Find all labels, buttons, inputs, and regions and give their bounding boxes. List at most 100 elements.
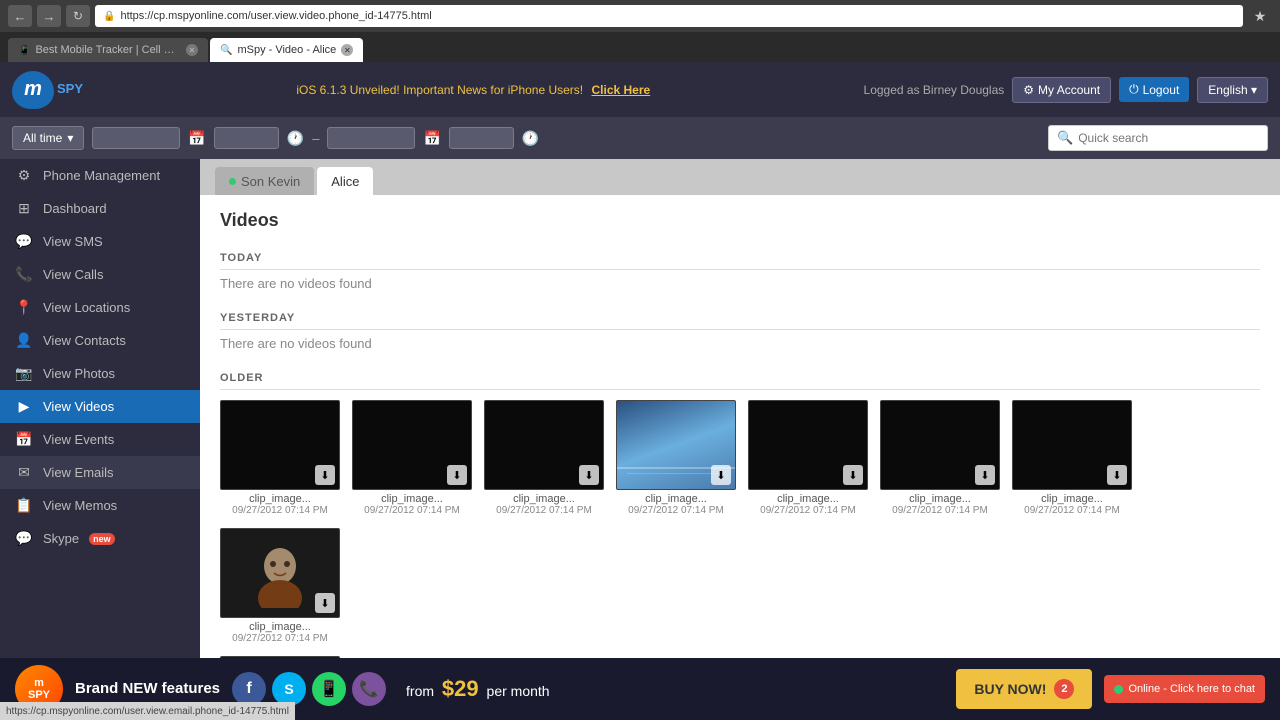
download-overlay[interactable]: ⬇ (711, 465, 731, 485)
chat-button[interactable]: Online - Click here to chat (1104, 675, 1265, 703)
video-item[interactable]: ⬇ clip_image... 09/27/2012 07:14 PM (748, 400, 868, 516)
video-thumb: ⬇ (880, 400, 1000, 490)
sidebar-label: View Events (43, 432, 114, 447)
sidebar-label: View Photos (43, 366, 115, 381)
download-overlay[interactable]: ⬇ (843, 465, 863, 485)
sidebar-item-view-sms[interactable]: 💬 View SMS (0, 225, 200, 258)
language-button[interactable]: English ▾ (1197, 77, 1268, 103)
clock-icon-end[interactable]: 🕐 (522, 130, 539, 147)
sidebar-item-skype[interactable]: 💬 Skype new (0, 522, 200, 555)
browser-forward[interactable]: → (37, 5, 61, 27)
logout-icon: ⏻ (1129, 82, 1139, 97)
today-label: TODAY (220, 246, 1260, 270)
video-name: clip_image... (1041, 493, 1103, 505)
browser-refresh[interactable]: ↻ (66, 5, 90, 27)
logo-text: SPY (57, 82, 83, 96)
profile-tab-alice[interactable]: Alice (317, 167, 373, 195)
date-separator: – (312, 131, 319, 146)
sidebar-item-view-calls[interactable]: 📞 View Calls (0, 258, 200, 291)
video-date: 09/27/2012 07:14 PM (232, 633, 328, 644)
calendar-icon-end[interactable]: 📅 (423, 130, 440, 147)
skype-social-icon[interactable]: S (272, 672, 306, 706)
video-thumb: ⬇ (220, 528, 340, 618)
video-name: clip_image... (381, 493, 443, 505)
tab-active[interactable]: 🔍 mSpy - Video - Alice ✕ (210, 38, 363, 62)
today-empty-text: There are no videos found (220, 276, 1260, 291)
older-section: OLDER ⬇ clip_image... 09/27/2012 07:14 P… (220, 366, 1260, 660)
video-name: clip_image... (249, 493, 311, 505)
tab-close-inactive[interactable]: ✕ (186, 44, 198, 56)
my-account-button[interactable]: ⚙ My Account (1012, 77, 1111, 103)
section-title: Videos (220, 210, 1260, 231)
video-item[interactable]: ⬇ clip_image... 09/27/2012 07:14 PM (880, 400, 1000, 516)
status-url: https://cp.mspyonline.com/user.view.emai… (6, 706, 289, 717)
bookmark-icon[interactable]: ★ (1248, 5, 1272, 27)
sidebar-item-phone-management[interactable]: ⚙ Phone Management (0, 159, 200, 192)
logo: m SPY (12, 71, 83, 109)
video-item[interactable]: ⬇ clip_image... 09/27/2012 07:14 PM (484, 400, 604, 516)
sidebar-label: Skype (43, 531, 79, 546)
tab-inactive[interactable]: 📱 Best Mobile Tracker | Cell Pho... ✕ (8, 38, 208, 62)
whatsapp-icon[interactable]: 📱 (312, 672, 346, 706)
clock-icon-start[interactable]: 🕐 (287, 130, 304, 147)
lock-icon: 🔒 (103, 11, 115, 22)
video-name: clip_image... (777, 493, 839, 505)
sidebar-item-view-memos[interactable]: 📋 View Memos (0, 489, 200, 522)
promo-text: iOS 6.1.3 Unveiled! Important News for i… (296, 83, 583, 97)
video-item[interactable]: ⬇ clip_image... 09/27/2012 07:14 PM (220, 528, 340, 644)
search-input[interactable] (1078, 131, 1259, 145)
sidebar-item-dashboard[interactable]: ⊞ Dashboard (0, 192, 200, 225)
profile-tab-label: Son Kevin (241, 174, 300, 189)
download-overlay[interactable]: ⬇ (315, 593, 335, 613)
video-item[interactable]: ⬇ clip_image... 09/27/2012 07:14 PM (616, 400, 736, 516)
start-time-input[interactable] (214, 127, 279, 149)
download-overlay[interactable]: ⬇ (447, 465, 467, 485)
sidebar-item-view-contacts[interactable]: 👤 View Contacts (0, 324, 200, 357)
download-overlay[interactable]: ⬇ (579, 465, 599, 485)
profile-tab-son-kevin[interactable]: Son Kevin (215, 167, 314, 195)
search-icon: 🔍 (1057, 130, 1073, 146)
download-overlay[interactable]: ⬇ (315, 465, 335, 485)
yesterday-label: YESTERDAY (220, 306, 1260, 330)
buy-now-button[interactable]: BUY NOW! 2 (956, 669, 1092, 709)
video-thumb: ⬇ (352, 400, 472, 490)
end-time-input[interactable] (449, 127, 514, 149)
contacts-icon: 👤 (15, 332, 33, 349)
logout-button[interactable]: ⏻ Logout (1119, 77, 1189, 102)
status-bar: https://cp.mspyonline.com/user.view.emai… (0, 702, 295, 720)
tab-close-active[interactable]: ✕ (341, 44, 353, 56)
facebook-icon[interactable]: f (232, 672, 266, 706)
promo-link[interactable]: Click Here (591, 83, 650, 97)
start-date-input[interactable] (92, 127, 180, 149)
video-date: 09/27/2012 07:14 PM (892, 505, 988, 516)
new-badge: new (89, 533, 115, 545)
events-icon: 📅 (15, 431, 33, 448)
main-content: Son Kevin Alice Videos TODAY There are n… (200, 159, 1280, 660)
date-range-filter[interactable]: All time ▾ (12, 126, 84, 150)
sidebar-item-view-emails[interactable]: ✉ View Emails (0, 456, 200, 489)
video-thumb: ⬇ (748, 400, 868, 490)
video-item[interactable]: ⬇ clip_image... 09/27/2012 07:14 PM (352, 400, 472, 516)
address-bar[interactable]: 🔒 https://cp.mspyonline.com/user.view.vi… (95, 5, 1243, 27)
sidebar-item-view-photos[interactable]: 📷 View Photos (0, 357, 200, 390)
video-thumb: ⬇ (484, 400, 604, 490)
video-item[interactable]: ⬇ clip_image... 09/27/2012 07:14 PM (220, 400, 340, 516)
calls-icon: 📞 (15, 266, 33, 283)
video-thumb: ⬇ (1012, 400, 1132, 490)
download-overlay[interactable]: ⬇ (1107, 465, 1127, 485)
tab-active-label: mSpy - Video - Alice (237, 44, 336, 56)
address-url: https://cp.mspyonline.com/user.view.vide… (120, 10, 431, 22)
download-overlay[interactable]: ⬇ (975, 465, 995, 485)
sidebar-item-view-events[interactable]: 📅 View Events (0, 423, 200, 456)
photos-icon: 📷 (15, 365, 33, 382)
memos-icon: 📋 (15, 497, 33, 514)
browser-back[interactable]: ← (8, 5, 32, 27)
sidebar-item-view-locations[interactable]: 📍 View Locations (0, 291, 200, 324)
sidebar-item-view-videos[interactable]: ▶ View Videos (0, 390, 200, 423)
sidebar: ⚙ Phone Management ⊞ Dashboard 💬 View SM… (0, 159, 200, 660)
viber-icon[interactable]: 📞 (352, 672, 386, 706)
video-item[interactable]: ⬇ clip_image... 09/27/2012 07:14 PM (1012, 400, 1132, 516)
end-date-input[interactable] (327, 127, 415, 149)
calendar-icon-start[interactable]: 📅 (188, 130, 205, 147)
phone-management-icon: ⚙ (15, 167, 33, 184)
